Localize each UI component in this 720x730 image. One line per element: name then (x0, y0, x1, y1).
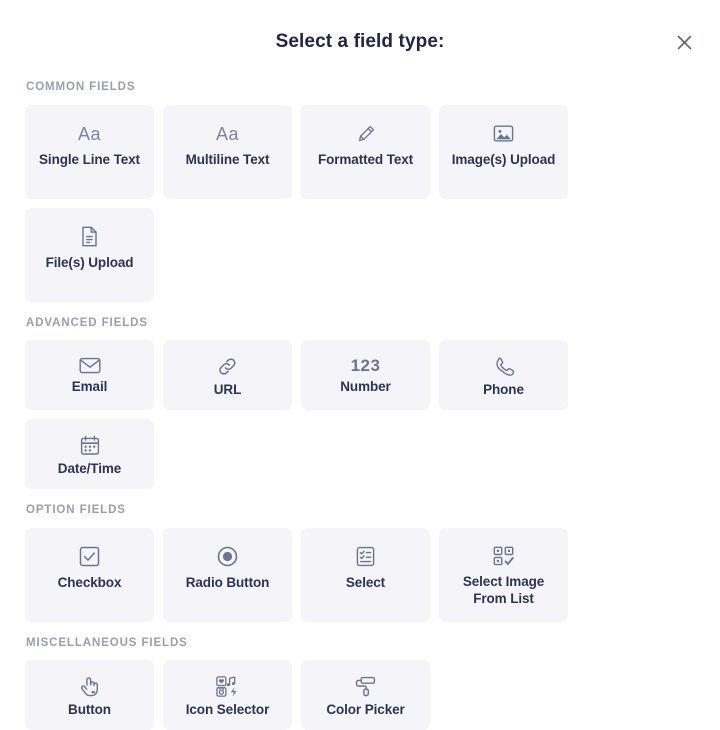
card-row: Email URL 123 Number Phone Date/Time (25, 340, 695, 489)
field-card-label: Email (72, 379, 108, 396)
close-button[interactable] (670, 28, 698, 56)
radio-filled-icon (217, 544, 238, 570)
document-icon (81, 224, 98, 250)
card-row: Checkbox Radio Button Select Select Imag… (25, 528, 695, 622)
field-card-email[interactable]: Email (25, 340, 154, 410)
field-card-label: Icon Selector (186, 702, 269, 719)
field-card-label: URL (214, 382, 241, 399)
select-field-type-dialog: Select a field type: COMMON FIELDS Aa Sing… (0, 0, 720, 661)
numbers-123-icon: 123 (351, 356, 381, 374)
field-card-label: File(s) Upload (46, 255, 134, 272)
list-checklist-icon (356, 544, 375, 570)
field-card-label: Button (68, 702, 111, 719)
field-card-radio-button[interactable]: Radio Button (163, 528, 292, 622)
image-icon (493, 121, 514, 147)
pointing-hand-icon (80, 676, 99, 697)
field-card-label: Multiline Text (186, 152, 270, 169)
icon-label: 123 (351, 357, 381, 374)
field-card-button[interactable]: Button (25, 660, 154, 730)
calendar-icon (80, 435, 100, 456)
grid-select-icon (493, 544, 515, 569)
field-card-label: Select Image From List (445, 574, 562, 608)
field-card-single-line-text[interactable]: Aa Single Line Text (25, 105, 154, 199)
section-advanced-fields: ADVANCED FIELDS Email URL 123 Number Phone… (25, 318, 695, 490)
envelope-icon (79, 356, 101, 374)
icon-grid-icon (216, 676, 239, 697)
section-heading: COMMON FIELDS (26, 82, 695, 94)
dialog-body: COMMON FIELDS Aa Single Line Text Aa Multili… (0, 82, 720, 730)
field-card-select[interactable]: Select (301, 528, 430, 622)
field-card-label: Color Picker (326, 702, 404, 719)
field-card-date-time[interactable]: Date/Time (25, 419, 154, 489)
field-card-phone[interactable]: Phone (439, 340, 568, 410)
field-card-url[interactable]: URL (163, 340, 292, 410)
field-card-label: Single Line Text (39, 152, 140, 169)
field-card-label: Image(s) Upload (452, 152, 556, 169)
field-card-color-picker[interactable]: Color Picker (301, 660, 430, 730)
section-common-fields: COMMON FIELDS Aa Single Line Text Aa Multili… (25, 82, 695, 302)
dialog-header: Select a field type: (0, 0, 720, 82)
field-card-label: Checkbox (58, 575, 122, 592)
field-card-multiline-text[interactable]: Aa Multiline Text (163, 105, 292, 199)
field-card-label: Formatted Text (318, 152, 413, 169)
icon-label: Aa (78, 125, 101, 143)
paint-roller-icon (355, 676, 376, 697)
link-icon (217, 356, 238, 377)
field-card-icon-selector[interactable]: Icon Selector (163, 660, 292, 730)
section-miscellaneous-fields: MISCELLANEOUS FIELDS Button Icon Selecto… (25, 638, 695, 730)
field-card-formatted-text[interactable]: Formatted Text (301, 105, 430, 199)
dialog-title: Select a field type: (276, 32, 445, 51)
pencil-icon (356, 121, 376, 147)
section-heading: ADVANCED FIELDS (26, 318, 695, 330)
section-heading: MISCELLANEOUS FIELDS (26, 638, 695, 650)
field-card-files-upload[interactable]: File(s) Upload (25, 208, 154, 302)
card-row: Button Icon Selector Color Picker (25, 660, 695, 730)
field-card-images-upload[interactable]: Image(s) Upload (439, 105, 568, 199)
checkbox-checked-icon (79, 544, 100, 570)
section-heading: OPTION FIELDS (26, 505, 695, 517)
text-aa-icon: Aa (216, 121, 239, 147)
icon-label: Aa (216, 125, 239, 143)
field-card-checkbox[interactable]: Checkbox (25, 528, 154, 622)
section-option-fields: OPTION FIELDS Checkbox Radio Button Sele… (25, 505, 695, 622)
text-aa-icon: Aa (78, 121, 101, 147)
card-row: Aa Single Line Text Aa Multiline Text Forma… (25, 105, 695, 302)
field-card-select-image-from-list[interactable]: Select Image From List (439, 528, 568, 622)
field-card-number[interactable]: 123 Number (301, 340, 430, 410)
field-card-label: Phone (483, 382, 524, 399)
close-icon (676, 34, 693, 51)
field-card-label: Radio Button (186, 575, 270, 592)
phone-icon (494, 356, 514, 377)
field-card-label: Number (340, 379, 390, 396)
field-card-label: Date/Time (58, 461, 121, 478)
field-card-label: Select (346, 575, 385, 592)
